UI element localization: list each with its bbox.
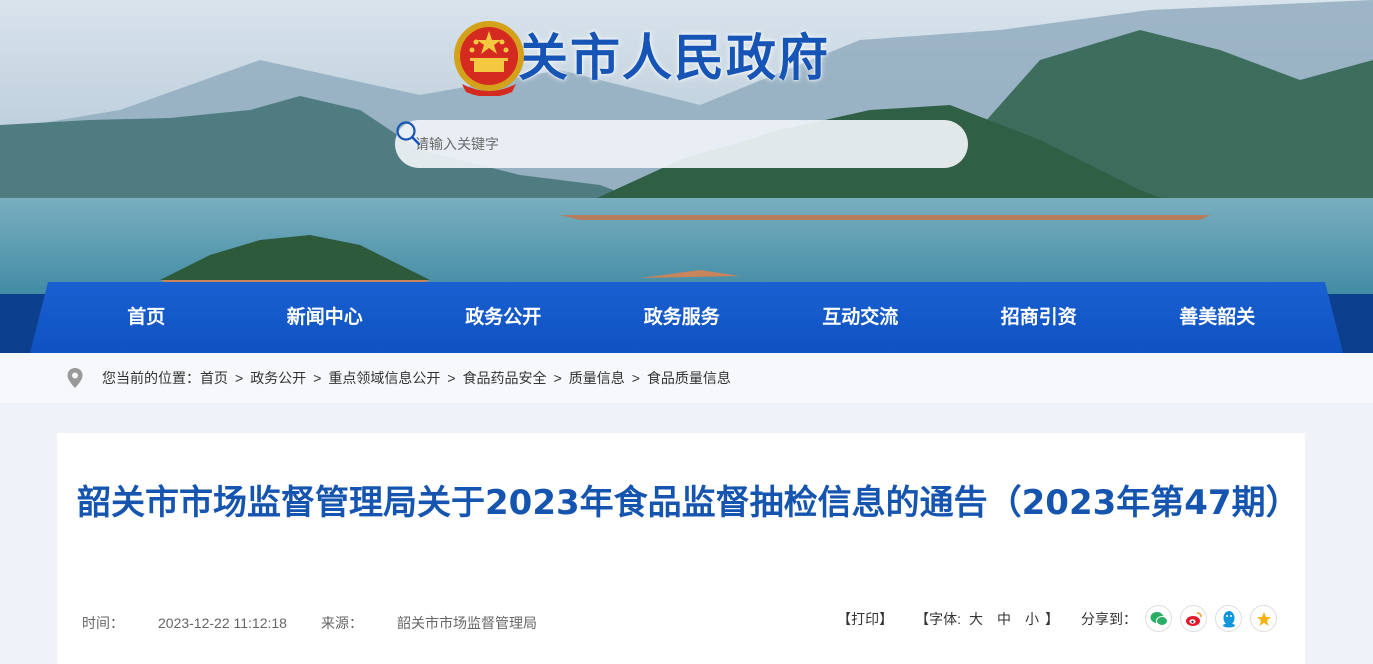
breadcrumb-separator: > [447, 370, 456, 386]
font-size-label: 【字体: [915, 610, 961, 627]
article-meta: 时间： 2023-12-22 11:12:18 来源： 韶关市市场监督管理局 [82, 613, 537, 633]
breadcrumb: 您当前的位置： 首页 > 政务公开 > 重点领域信息公开 > 食品药品安全 > … [66, 353, 731, 403]
nav-item-home[interactable]: 首页 [57, 282, 236, 353]
article-source-label: 来源： [320, 615, 363, 631]
font-size-close: 】 [1045, 610, 1059, 627]
search-input[interactable] [415, 136, 895, 152]
font-large-button[interactable]: 大 [969, 609, 983, 629]
breadcrumb-separator: > [235, 370, 244, 386]
breadcrumb-link-food-drug-safety[interactable]: 食品药品安全 [463, 368, 547, 388]
national-emblem-icon [454, 21, 524, 96]
search-box [395, 120, 968, 168]
article-source-value: 韶关市市场监督管理局 [396, 615, 537, 631]
nav-item-gov-affairs-open[interactable]: 政务公开 [414, 282, 593, 353]
nav-item-gov-services[interactable]: 政务服务 [593, 282, 772, 353]
publish-time: 时间： 2023-12-22 11:12:18 [82, 613, 287, 633]
article-source: 来源： 韶关市市场监督管理局 [321, 613, 537, 633]
qzone-icon[interactable] [1250, 605, 1277, 632]
breadcrumb-separator: > [313, 370, 322, 386]
site-logo[interactable]: 韶关市人民政府 [452, 18, 830, 96]
nav-item-news[interactable]: 新闻中心 [236, 282, 415, 353]
font-medium-button[interactable]: 中 [997, 609, 1011, 629]
breadcrumb-link-gov-affairs-open[interactable]: 政务公开 [250, 368, 306, 388]
publish-time-value: 2023-12-22 11:12:18 [158, 615, 287, 631]
article-card: 韶关市市场监督管理局关于2023年食品监督抽检信息的通告（2023年第47期） … [57, 433, 1305, 664]
publish-time-label: 时间： [82, 615, 124, 631]
font-small-button[interactable]: 小 [1025, 609, 1039, 629]
weibo-icon[interactable] [1180, 605, 1207, 632]
nav-item-shanmei-shaoguan[interactable]: 善美韶关 [1128, 282, 1307, 353]
breadcrumb-link-quality-info[interactable]: 质量信息 [569, 368, 625, 388]
share-label: 分享到： [1081, 610, 1137, 627]
breadcrumb-link-food-quality-info[interactable]: 食品质量信息 [647, 368, 731, 388]
article-tools: 【打印】 【字体: 大 中 小 】 分享到： [837, 605, 1277, 632]
breadcrumb-separator: > [553, 370, 562, 386]
breadcrumb-link-home[interactable]: 首页 [200, 368, 228, 388]
search-icon[interactable] [395, 120, 421, 146]
qq-icon[interactable] [1215, 605, 1242, 632]
nav-item-investment[interactable]: 招商引资 [950, 282, 1129, 353]
wechat-icon[interactable] [1145, 605, 1172, 632]
header-banner: 韶关市人民政府 [0, 0, 1373, 300]
article-title: 韶关市市场监督管理局关于2023年食品监督抽检信息的通告（2023年第47期） [77, 483, 1300, 523]
location-pin-icon [67, 368, 83, 388]
print-button[interactable]: 【打印】 [837, 609, 893, 629]
main-nav: 首页 新闻中心 政务公开 政务服务 互动交流 招商引资 善美韶关 [30, 282, 1343, 353]
breadcrumb-separator: > [631, 370, 640, 386]
breadcrumb-link-key-areas[interactable]: 重点领域信息公开 [328, 368, 440, 388]
breadcrumb-bar: 您当前的位置： 首页 > 政务公开 > 重点领域信息公开 > 食品药品安全 > … [0, 353, 1373, 403]
main-nav-wrapper: 首页 新闻中心 政务公开 政务服务 互动交流 招商引资 善美韶关 [0, 282, 1373, 353]
nav-item-interaction[interactable]: 互动交流 [771, 282, 950, 353]
breadcrumb-prefix: 您当前的位置： [102, 370, 200, 386]
